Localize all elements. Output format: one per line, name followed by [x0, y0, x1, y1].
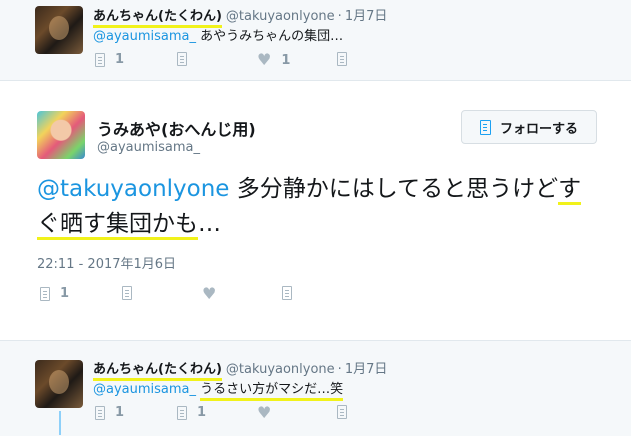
reply-action[interactable]: 1 — [95, 405, 124, 420]
tweet-header: あんちゃん(たくわん) @takuyaonlyone · 1月7日 — [93, 358, 388, 381]
tweet-text: @takuyaonlyone 多分静かにはしてると思うけどすぐ晒す集団かも… — [37, 172, 597, 242]
retweet-icon — [177, 52, 187, 66]
timestamp[interactable]: 1月7日 — [345, 9, 388, 24]
tweet-body: うるさい方がマシだ…笑 — [200, 382, 344, 401]
follow-icon — [479, 119, 491, 135]
separator: · — [337, 362, 342, 377]
avatar[interactable] — [37, 111, 85, 159]
more-icon — [282, 286, 292, 300]
tweet-body-2: … — [198, 211, 221, 237]
tweet-body-1: 多分静かにはしてると思うけど — [229, 176, 559, 202]
reply-action[interactable]: 1 — [40, 286, 69, 301]
like-action[interactable]: ♥ — [257, 405, 271, 421]
avatar[interactable] — [35, 6, 83, 54]
retweet-action[interactable] — [177, 52, 187, 66]
retweet-action[interactable]: 1 — [177, 405, 206, 420]
more-icon — [337, 405, 347, 419]
reply-count: 1 — [60, 286, 70, 301]
reply-action[interactable]: 1 — [95, 52, 124, 67]
like-action[interactable]: ♥ — [202, 286, 216, 302]
retweet-icon — [122, 286, 132, 300]
author-handle[interactable]: @takuyaonlyone — [226, 9, 335, 24]
tweet-body: あやうみちゃんの集団… — [200, 29, 344, 44]
reply-icon — [40, 286, 50, 301]
thread-connector — [59, 411, 61, 435]
reply-icon — [95, 52, 105, 67]
reply-tweet-bottom[interactable]: あんちゃん(たくわん) @takuyaonlyone · 1月7日 @ayaumisa… — [0, 340, 631, 436]
author-handle[interactable]: @takuyaonlyone — [226, 362, 335, 377]
follow-label: フォローする — [499, 121, 578, 137]
more-action[interactable] — [337, 52, 347, 66]
more-icon — [337, 52, 347, 66]
reply-icon — [95, 405, 105, 420]
avatar[interactable] — [35, 360, 83, 408]
reply-count: 1 — [115, 52, 125, 67]
more-action[interactable] — [337, 405, 347, 419]
tweet-header: あんちゃん(たくわん) @takuyaonlyone · 1月7日 — [93, 5, 388, 28]
retweet-icon — [177, 405, 187, 420]
mention-link[interactable]: @ayaumisama_ — [93, 382, 196, 397]
mention-link[interactable]: @ayaumisama_ — [93, 29, 196, 44]
like-count: 1 — [281, 52, 291, 68]
author-handle[interactable]: @ayaumisama_ — [97, 140, 200, 155]
like-action[interactable]: ♥ 1 — [257, 52, 290, 68]
author-name[interactable]: うみあや(おへんじ用) — [97, 116, 256, 140]
heart-icon: ♥ — [257, 403, 272, 422]
retweet-action[interactable] — [122, 286, 132, 300]
tweet-timestamp[interactable]: 22:11 - 2017年1月6日 — [37, 253, 176, 272]
mention-link[interactable]: @takuyaonlyone — [37, 176, 229, 202]
heart-icon: ♥ — [202, 284, 217, 303]
tweet-text: @ayaumisama_ うるさい方がマシだ…笑 — [93, 378, 344, 401]
retweet-count: 1 — [197, 405, 207, 420]
reply-tweet-top[interactable]: あんちゃん(たくわん) @takuyaonlyone · 1月7日 @ayaumisa… — [0, 0, 631, 81]
follow-button[interactable]: フォローする — [461, 110, 597, 144]
more-action[interactable] — [282, 286, 292, 300]
tweet-text: @ayaumisama_ あやうみちゃんの集団… — [93, 25, 343, 44]
separator: · — [337, 9, 342, 24]
reply-count: 1 — [115, 405, 125, 420]
timestamp[interactable]: 1月7日 — [345, 362, 388, 377]
heart-icon: ♥ — [257, 50, 272, 69]
